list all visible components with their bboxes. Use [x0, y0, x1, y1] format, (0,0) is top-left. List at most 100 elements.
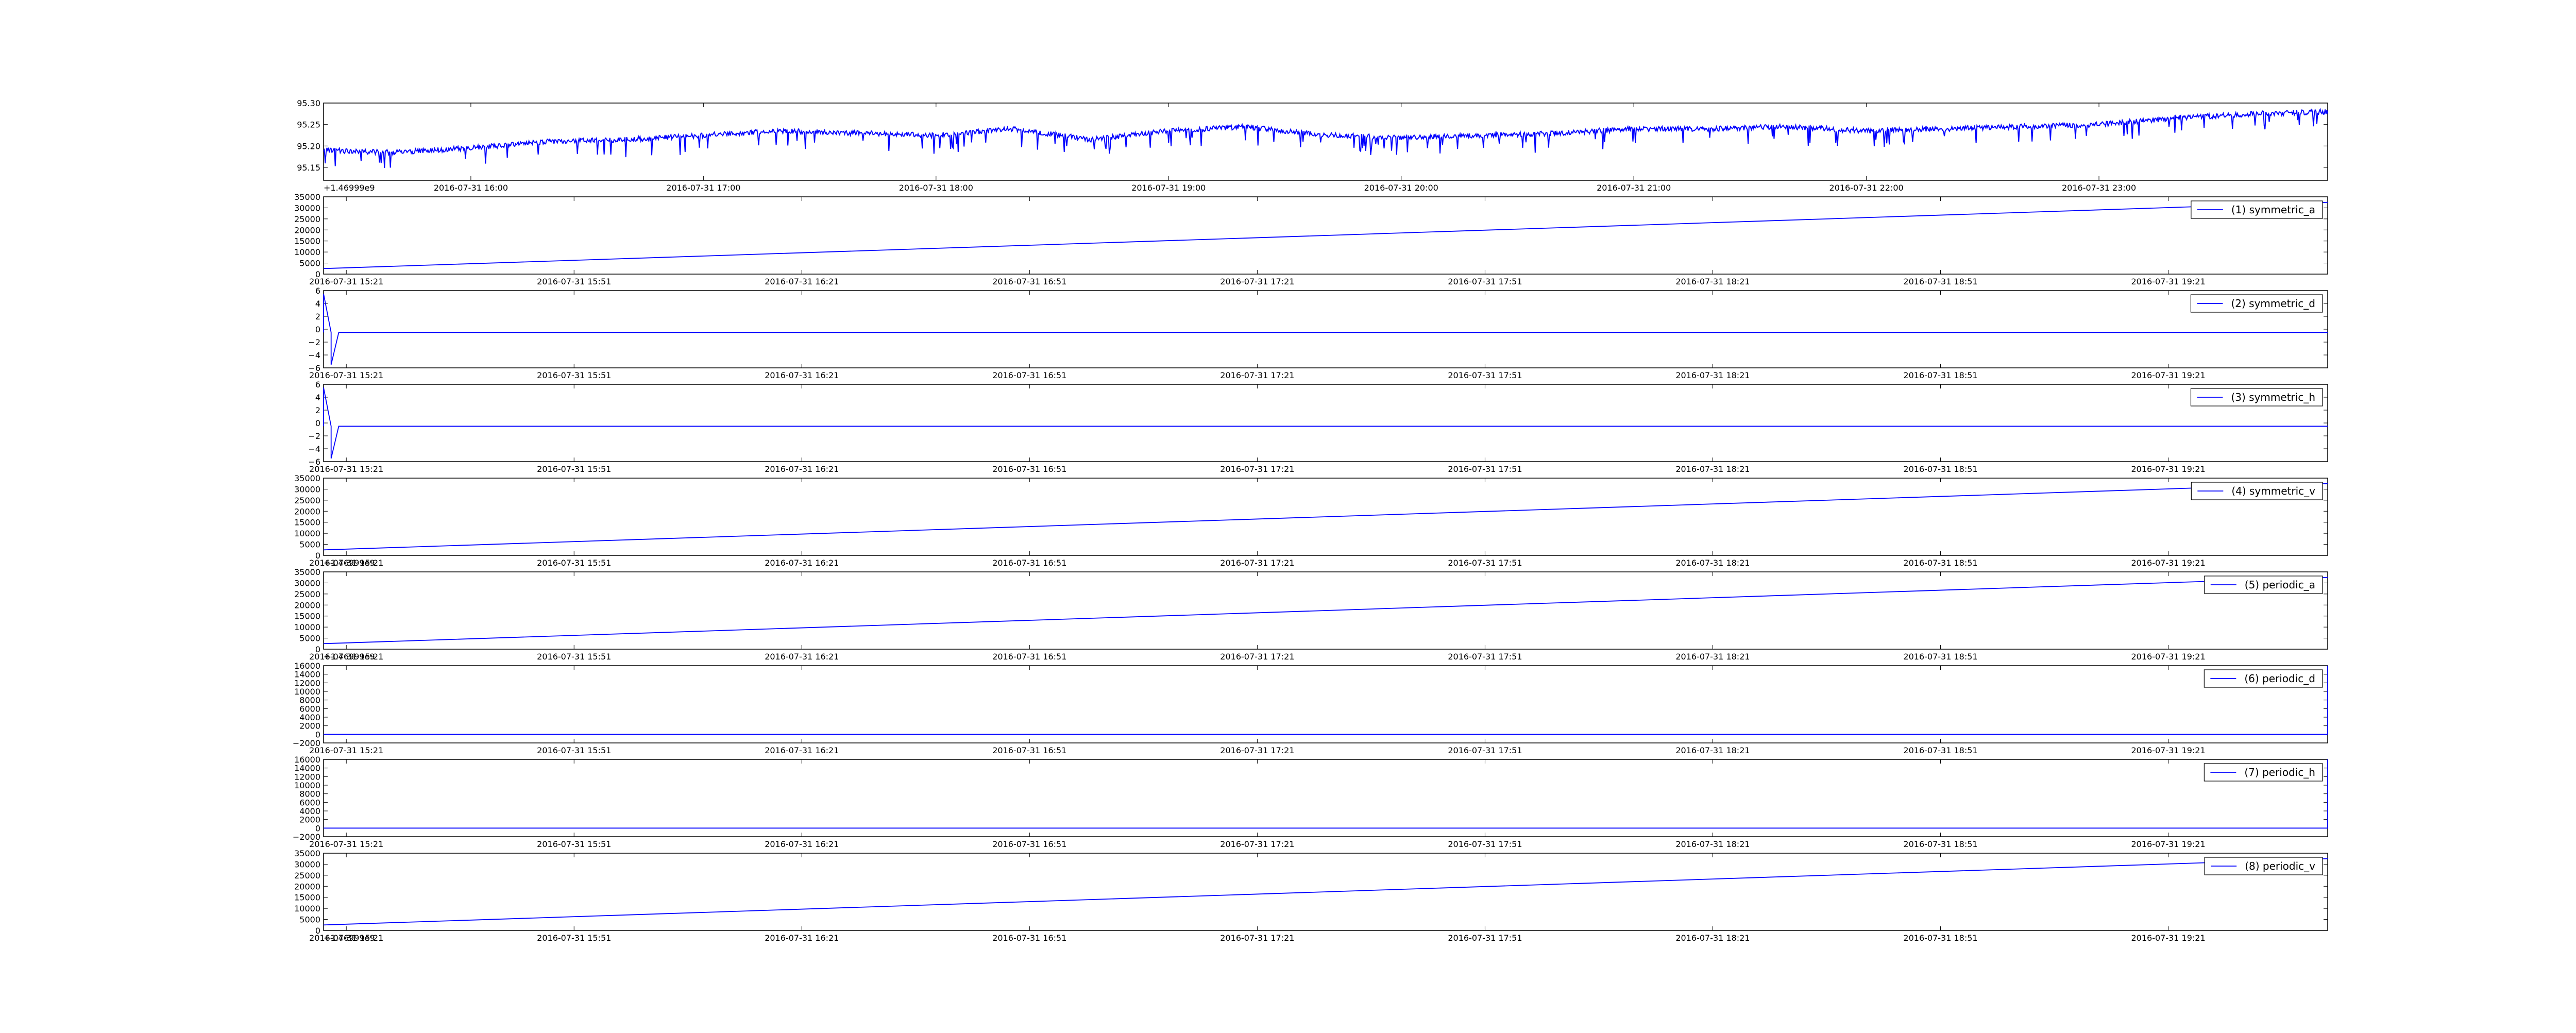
y-tick-label: 95.25	[297, 120, 320, 130]
y-tick-label: 12000	[294, 678, 320, 688]
y-tick-label: 6	[315, 286, 320, 296]
legend: (3) symmetric_h	[2190, 388, 2323, 407]
chart-panel-7: −200002000400060008000100001200014000160…	[293, 661, 2328, 755]
x-tick-label: 2016-07-31 19:21	[2131, 370, 2205, 380]
legend: (6) periodic_d	[2204, 669, 2323, 688]
y-tick-label: 2000	[299, 815, 320, 825]
x-tick-label: 2016-07-31 16:51	[992, 933, 1066, 943]
x-tick-label: 2016-07-31 18:51	[1903, 652, 1977, 662]
y-tick-label: 35000	[294, 192, 320, 202]
x-tick-label: 2016-07-31 15:51	[537, 839, 611, 849]
x-tick-label: 2016-07-31 17:51	[1448, 652, 1522, 662]
x-tick-label: 2016-07-31 15:51	[537, 370, 611, 380]
y-tick-label: 35000	[294, 473, 320, 483]
series-line	[324, 759, 2328, 829]
x-tick-label: 2016-07-31 17:51	[1448, 277, 1522, 286]
legend-label: (2) symmetric_d	[2231, 297, 2315, 310]
x-tick-label: 2016-07-31 15:51	[537, 464, 611, 474]
y-tick-label: −2	[308, 337, 320, 347]
legend: (8) periodic_v	[2204, 857, 2323, 875]
y-tick-label: 10000	[294, 904, 320, 913]
y-tick-label: −4	[308, 350, 320, 360]
x-tick-label: 2016-07-31 18:00	[899, 183, 973, 193]
x-tick-label: 2016-07-31 16:21	[765, 839, 839, 849]
y-tick-label: 5000	[299, 634, 320, 643]
y-tick-label: 10000	[294, 529, 320, 538]
y-tick-label: 15000	[294, 518, 320, 528]
x-tick-label: 2016-07-31 16:21	[765, 933, 839, 943]
x-tick-label: 2016-07-31 15:21	[309, 277, 383, 286]
legend: (5) periodic_a	[2204, 575, 2323, 594]
y-tick-label: 95.30	[297, 98, 320, 108]
x-tick-label: 2016-07-31 19:00	[1131, 183, 1206, 193]
chart-panel-5: 050001000015000200002500030000350002016-…	[294, 473, 2328, 568]
chart-panel-6: 050001000015000200002500030000350002016-…	[294, 567, 2328, 662]
x-tick-label: 2016-07-31 16:51	[992, 370, 1066, 380]
axis-offset-label: +1.46999e9	[324, 558, 375, 568]
series-line	[323, 201, 2328, 269]
legend-label: (7) periodic_h	[2244, 766, 2315, 778]
x-tick-label: 2016-07-31 17:00	[666, 183, 740, 193]
x-tick-label: 2016-07-31 18:51	[1903, 370, 1977, 380]
x-tick-label: 2016-07-31 21:00	[1597, 183, 1671, 193]
y-tick-label: 95.20	[297, 141, 320, 151]
x-tick-label: 2016-07-31 15:51	[537, 746, 611, 755]
series-line	[324, 666, 2328, 735]
y-tick-label: 16000	[294, 661, 320, 671]
y-tick-label: 0	[315, 418, 320, 428]
x-tick-label: 2016-07-31 18:51	[1903, 746, 1977, 755]
y-tick-label: −2	[308, 431, 320, 441]
x-tick-label: 2016-07-31 19:21	[2131, 746, 2205, 755]
x-tick-label: 2016-07-31 16:21	[765, 558, 839, 568]
x-tick-label: 2016-07-31 17:21	[1220, 558, 1294, 568]
y-tick-label: 95.15	[297, 163, 320, 173]
x-tick-label: 2016-07-31 16:21	[765, 277, 839, 286]
y-tick-label: 14000	[294, 670, 320, 680]
axes-frame	[323, 290, 2328, 368]
chart-panel-9: 050001000015000200002500030000350002016-…	[294, 849, 2328, 943]
x-tick-label: 2016-07-31 19:21	[2131, 277, 2205, 286]
legend-label: (8) periodic_v	[2245, 860, 2315, 872]
chart-figure: 95.1595.2095.2595.302016-07-31 16:00 2016…	[293, 98, 2328, 943]
x-tick-label: 2016-07-31 15:51	[537, 652, 611, 662]
series-line	[323, 858, 2328, 926]
x-tick-label: 2016-07-31 22:00	[1829, 183, 1904, 193]
x-tick-label: 2016-07-31 17:21	[1220, 746, 1294, 755]
x-tick-label: 2016-07-31 18:21	[1675, 277, 1750, 286]
chart-panel-8: −200002000400060008000100001200014000160…	[293, 755, 2328, 849]
series-line	[323, 107, 2328, 168]
x-tick-label: 2016-07-31 15:51	[537, 933, 611, 943]
chart-panel-1: 95.15 95.20 95.25 95.30 2016-07-31 16:00 2016…	[297, 98, 2328, 193]
y-tick-label: 5000	[299, 259, 320, 268]
x-tick-label: 2016-07-31 15:21	[309, 746, 383, 755]
chart-panel-3: −6−4−202462016-07-31 15:21 2016-07-31 15:…	[308, 286, 2328, 380]
x-tick-label: 2016-07-31 18:51	[1903, 464, 1977, 474]
legend-label: (4) symmetric_v	[2231, 485, 2315, 497]
y-tick-label: 10000	[294, 687, 320, 697]
y-tick-label: 30000	[294, 484, 320, 494]
series-line	[323, 483, 2328, 551]
x-tick-label: 2016-07-31 17:21	[1220, 464, 1294, 474]
x-tick-label: 2016-07-31 16:51	[992, 839, 1066, 849]
x-tick-label: 2016-07-31 19:21	[2131, 839, 2205, 849]
x-tick-label: 2016-07-31 18:21	[1675, 370, 1750, 380]
y-tick-label: 20000	[294, 225, 320, 235]
y-tick-label: 30000	[294, 203, 320, 213]
series-line	[323, 577, 2328, 645]
axis-offset-label: +1.46999e9	[324, 183, 375, 193]
x-tick-label: 2016-07-31 18:21	[1675, 746, 1750, 755]
x-tick-label: 2016-07-31 19:21	[2131, 464, 2205, 474]
x-tick-label: 2016-07-31 17:21	[1220, 652, 1294, 662]
legend-label: (6) periodic_d	[2244, 672, 2315, 685]
y-tick-label: 15000	[294, 893, 320, 903]
x-tick-label: 2016-07-31 16:21	[765, 370, 839, 380]
y-tick-label: 4	[315, 299, 320, 309]
y-tick-label: 20000	[294, 600, 320, 610]
y-tick-label: 0	[315, 730, 320, 739]
x-tick-label: 2016-07-31 18:21	[1675, 464, 1750, 474]
y-tick-label: −4	[308, 444, 320, 454]
x-tick-label: 2016-07-31 16:51	[992, 652, 1066, 662]
legend-label: (3) symmetric_h	[2231, 391, 2315, 403]
series-line	[323, 387, 2328, 459]
x-tick-label: 2016-07-31 19:21	[2131, 652, 2205, 662]
